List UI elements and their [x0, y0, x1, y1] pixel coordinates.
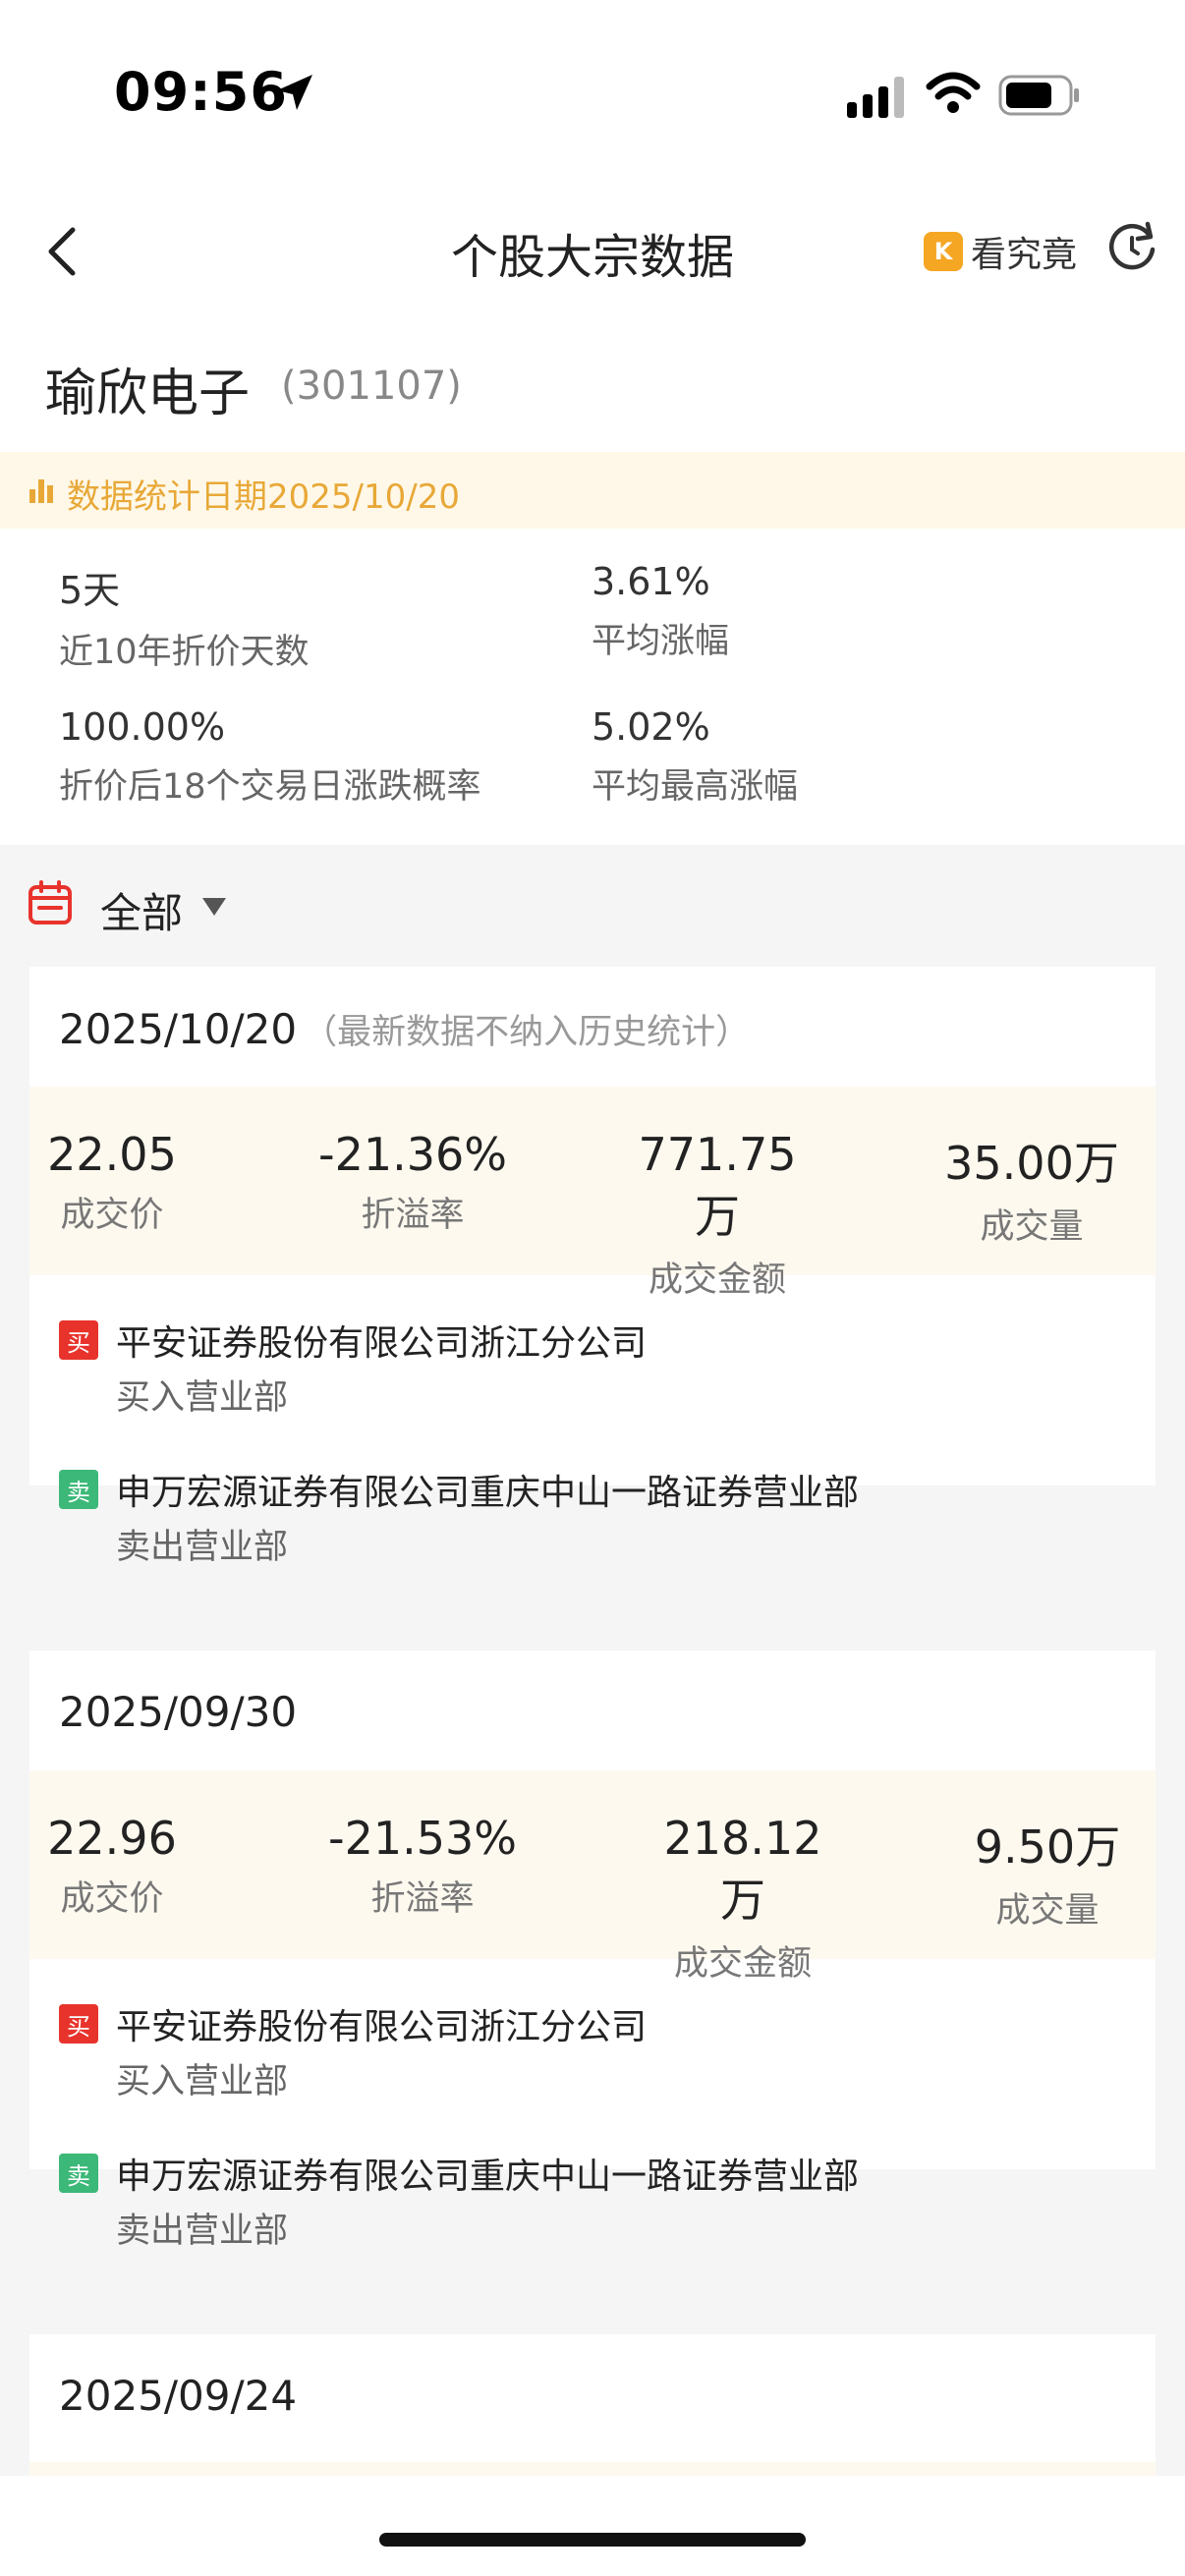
block-trade-card: 2025/09/30 22.96 成交价 -21.53% 折溢率 218.12万… — [29, 1651, 1156, 2251]
stat-date-banner: 数据统计日期2025/10/20 — [0, 452, 1185, 529]
stat-discount-days: 5天 近10年折价天数 — [59, 560, 310, 674]
metric-label: 成交量 — [995, 1891, 1100, 1931]
stat-probability: 100.00% 折价后18个交易日涨跌概率 — [59, 705, 481, 809]
filter-dropdown[interactable]: 全部 — [0, 845, 1185, 967]
metric-amount: 218.12万 成交金额 — [645, 1812, 841, 1986]
metric-value: 218.12万 — [663, 1812, 822, 1927]
records-area: 全部 2025/10/20 （最新数据不纳入历史统计） 22.05 成交价 -21… — [0, 845, 1185, 2476]
metric-premium: -21.36% 折溢率 — [314, 1128, 511, 1237]
stat-value: 100.00% — [59, 705, 226, 749]
status-bar: 09:56 — [0, 0, 1185, 187]
trade-metrics: 22.96 成交价 -21.53% 折溢率 218.12万 成交金额 9.50万… — [29, 1770, 1156, 1984]
broker-name: 平安证券股份有限公司浙江分公司 — [116, 1323, 648, 1364]
metric-value: 771.75万 — [638, 1128, 797, 1243]
stat-avg-max-gain: 5.02% 平均最高涨幅 — [592, 705, 798, 809]
card-date: 2025/10/20 （最新数据不纳入历史统计） — [59, 1004, 750, 1054]
stat-label: 折价后18个交易日涨跌概率 — [59, 767, 481, 807]
block-trade-card: 2025/09/24 — [29, 2334, 1156, 2476]
metric-price: 22.05 成交价 — [43, 1128, 181, 1237]
summary-stats: 5天 近10年折价天数 3.61% 平均涨幅 100.00% 折价后18个交易日… — [0, 529, 1185, 845]
metric-label: 折溢率 — [361, 1196, 465, 1235]
broker-role: 买入营业部 — [116, 1378, 289, 1418]
refresh-icon[interactable] — [1104, 220, 1159, 275]
sell-badge: 卖 — [59, 2154, 98, 2193]
metric-value: -21.36% — [318, 1128, 507, 1181]
broker-role: 卖出营业部 — [116, 2212, 289, 2251]
stat-date-text: 数据统计日期2025/10/20 — [67, 477, 460, 517]
stat-value: 3.61% — [592, 560, 710, 603]
broker-role: 买入营业部 — [116, 2062, 289, 2101]
trade-metrics — [29, 2462, 1156, 2476]
metric-value: 9.50万 — [974, 1820, 1121, 1874]
location-arrow-icon — [277, 75, 312, 110]
broker-name: 申万宏源证券有限公司重庆中山一路证券营业部 — [116, 2156, 860, 2197]
broker-name: 申万宏源证券有限公司重庆中山一路证券营业部 — [116, 1473, 860, 1513]
broker-name: 平安证券股份有限公司浙江分公司 — [116, 2007, 648, 2047]
stat-label: 平均涨幅 — [592, 622, 730, 661]
metric-label: 成交价 — [60, 1879, 164, 1919]
kanjiujing-label: 看究竟 — [971, 235, 1078, 275]
broker-role: 卖出营业部 — [116, 1528, 289, 1567]
stat-label: 平均最高涨幅 — [592, 767, 799, 807]
nav-bar: 个股大宗数据 K 看究竟 — [0, 187, 1185, 314]
stat-value: 5天 — [59, 569, 121, 612]
block-trade-card: 2025/10/20 （最新数据不纳入历史统计） 22.05 成交价 -21.36… — [29, 967, 1156, 1567]
card-date-note: （最新数据不纳入历史统计） — [303, 1013, 751, 1052]
status-time: 09:56 — [114, 61, 288, 123]
stat-value: 5.02% — [592, 705, 710, 749]
metric-premium: -21.53% 折溢率 — [324, 1812, 521, 1921]
sell-badge: 卖 — [59, 1470, 98, 1509]
metric-label: 成交价 — [60, 1196, 164, 1235]
metric-label: 成交量 — [980, 1207, 1084, 1247]
stock-code: (301107) — [281, 364, 462, 409]
metric-value: -21.53% — [328, 1812, 517, 1865]
metric-label: 折溢率 — [370, 1879, 475, 1919]
stat-label: 近10年折价天数 — [59, 633, 310, 672]
filter-label: 全部 — [100, 889, 184, 937]
card-date: 2025/09/30 — [59, 1688, 297, 1736]
kanjiujing-button[interactable]: K 看究竟 — [924, 222, 1077, 281]
card-date-value: 2025/09/24 — [59, 2372, 298, 2420]
metric-price: 22.96 成交价 — [43, 1812, 181, 1921]
metric-value: 22.05 — [47, 1128, 177, 1181]
caret-down-icon — [202, 898, 226, 916]
metric-label: 成交金额 — [648, 1260, 786, 1300]
trade-metrics: 22.05 成交价 -21.36% 折溢率 771.75万 成交金额 35.00… — [29, 1087, 1156, 1300]
metric-volume: 9.50万 成交量 — [949, 1812, 1146, 1932]
metric-value: 22.96 — [47, 1812, 177, 1865]
stat-avg-gain: 3.61% 平均涨幅 — [592, 560, 729, 663]
buy-badge: 买 — [59, 2004, 98, 2044]
cellular-signal-icon — [847, 77, 904, 118]
battery-icon — [998, 75, 1079, 116]
card-date-value: 2025/09/30 — [59, 1688, 298, 1736]
metric-value: 35.00万 — [944, 1137, 1119, 1190]
buy-badge: 买 — [59, 1320, 98, 1360]
metric-label: 成交金额 — [673, 1944, 812, 1984]
metric-volume: 35.00万 成交量 — [933, 1128, 1130, 1249]
card-date: 2025/09/24 — [59, 2372, 297, 2420]
bar-chart-icon — [29, 479, 53, 503]
stock-name: 瑜欣电子 — [45, 364, 251, 423]
wifi-icon — [926, 72, 981, 113]
metric-amount: 771.75万 成交金额 — [619, 1128, 816, 1302]
kanjiujing-logo-icon: K — [924, 232, 963, 271]
calendar-icon — [28, 880, 72, 924]
card-date-value: 2025/10/20 — [59, 1005, 298, 1053]
home-indicator[interactable] — [379, 2533, 806, 2547]
